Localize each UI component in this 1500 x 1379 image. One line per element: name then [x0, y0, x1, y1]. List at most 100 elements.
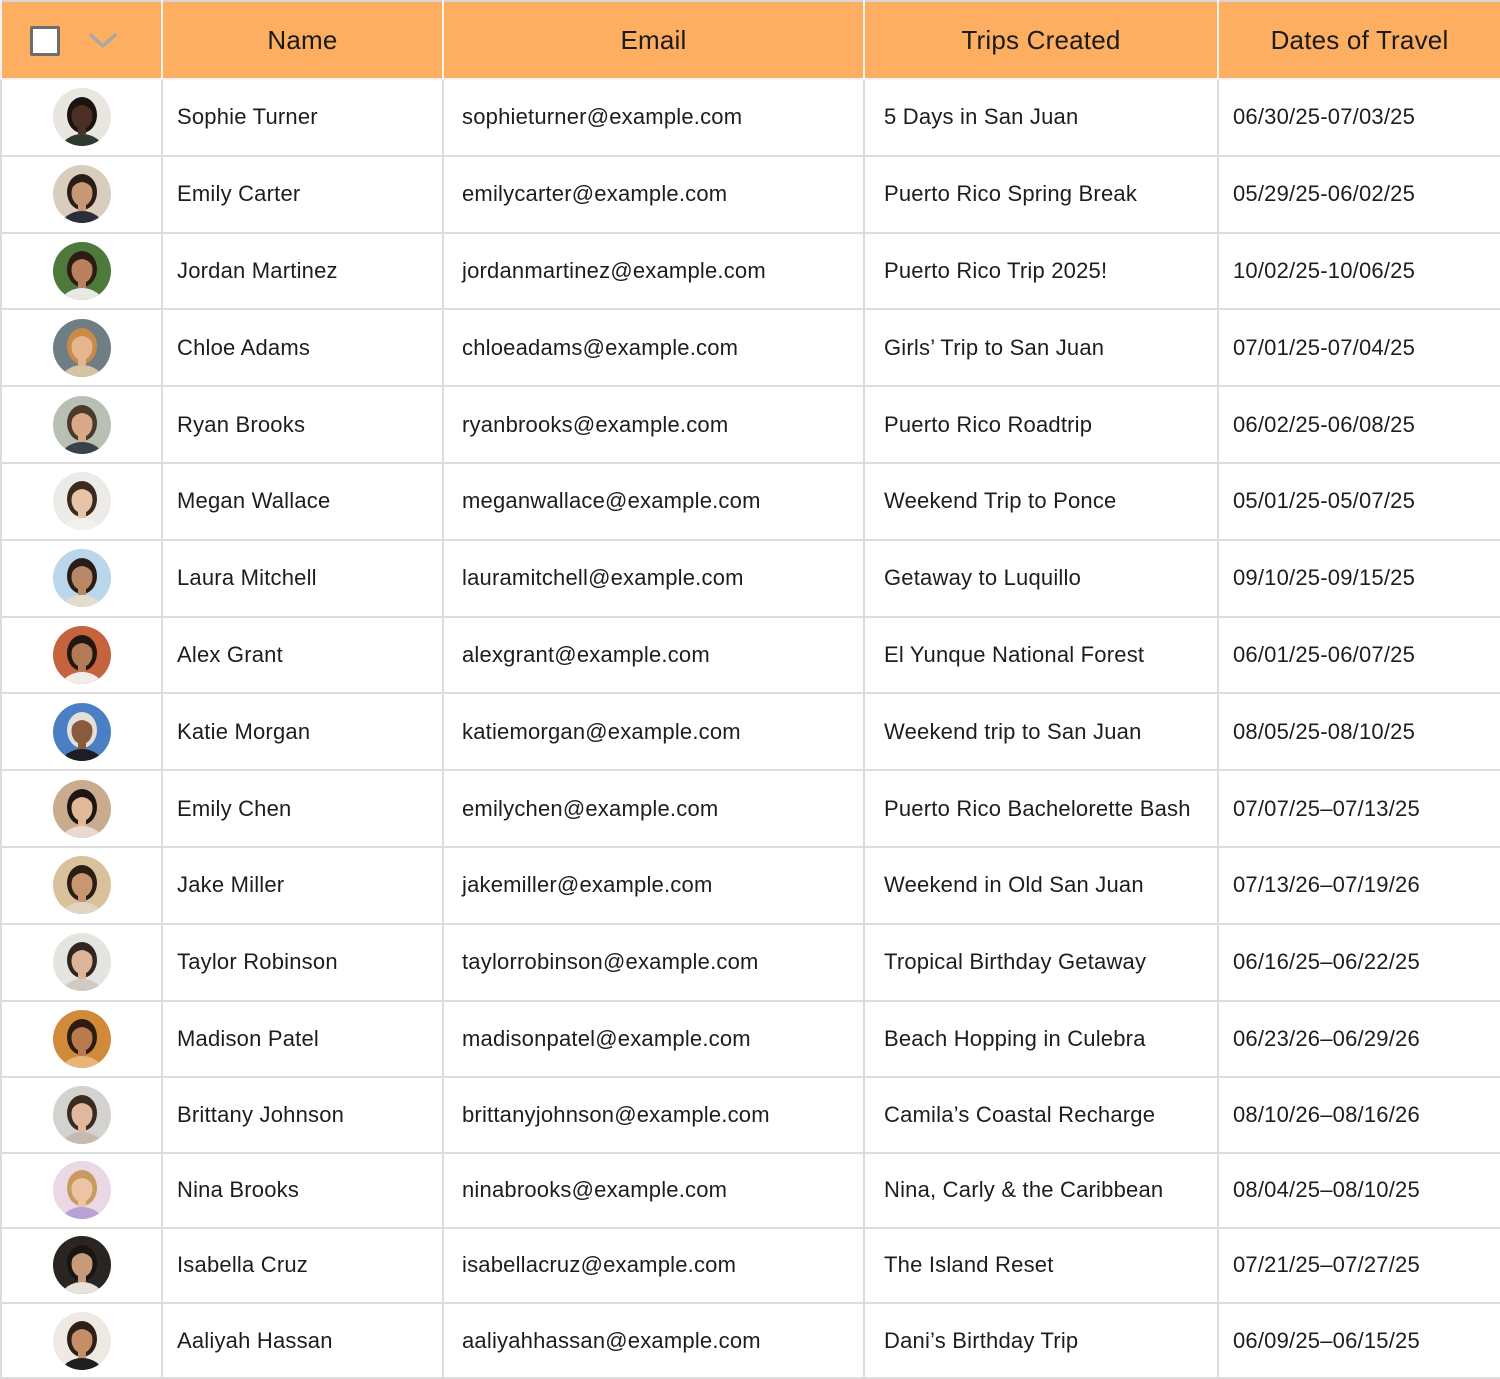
table-row[interactable]: Jordan Martinez jordanmartinez@example.co… — [0, 231, 1500, 311]
table-row[interactable]: Ryan Brooks ryanbrooks@example.com Puerto … — [0, 385, 1500, 464]
select-column-header — [0, 1, 163, 80]
email-cell: isabellacruz@example.com — [442, 1226, 865, 1304]
name-cell: Chloe Adams — [161, 308, 444, 388]
avatar — [52, 1236, 111, 1295]
trip-cell: Puerto Rico Bachelorette Bash — [863, 769, 1219, 848]
email-cell: chloeadams@example.com — [442, 308, 865, 388]
trip-cell: El Yunque National Forest — [863, 615, 1219, 695]
header-row: Name Email Trips Created Dates of Travel — [0, 1, 1500, 80]
avatar — [52, 625, 111, 684]
name-cell: Katie Morgan — [161, 692, 444, 772]
avatar-cell — [0, 154, 163, 234]
dates-cell: 06/02/25-06/08/25 — [1217, 385, 1500, 464]
name-cell: Brittany Johnson — [161, 1076, 444, 1154]
table-row[interactable]: Madison Patel madisonpatel@example.com Bea… — [0, 999, 1500, 1079]
table-row[interactable]: Isabella Cruz isabellacruz@example.com The… — [0, 1226, 1500, 1304]
avatar — [52, 88, 111, 147]
email-cell: taylorrobinson@example.com — [442, 922, 865, 1002]
trip-cell: 5 Days in San Juan — [863, 78, 1219, 157]
name-cell: Jake Miller — [161, 845, 444, 925]
avatar-cell — [0, 461, 163, 541]
dates-cell: 07/07/25–07/13/25 — [1217, 769, 1500, 848]
avatar-cell — [0, 538, 163, 618]
avatar — [52, 165, 111, 224]
avatar — [52, 779, 111, 838]
name-cell: Madison Patel — [161, 999, 444, 1079]
table-row[interactable]: Chloe Adams chloeadams@example.com Girls’ … — [0, 308, 1500, 388]
trip-cell: Tropical Birthday Getaway — [863, 922, 1219, 1002]
email-cell: jordanmartinez@example.com — [442, 231, 865, 311]
trip-cell: Camila’s Coastal Recharge — [863, 1076, 1219, 1154]
avatar-cell — [0, 1076, 163, 1154]
column-header-name[interactable]: Name — [161, 1, 444, 80]
dates-cell: 06/01/25-06/07/25 — [1217, 615, 1500, 695]
email-cell: ninabrooks@example.com — [442, 1151, 865, 1229]
table-row[interactable]: Emily Chen emilychen@example.com Puerto Ri… — [0, 769, 1500, 848]
table-row[interactable]: Alex Grant alexgrant@example.com El Yunque… — [0, 615, 1500, 695]
avatar — [52, 1085, 111, 1144]
dates-cell: 05/29/25-06/02/25 — [1217, 154, 1500, 234]
table-row[interactable]: Aaliyah Hassan aaliyahhassan@example.com D… — [0, 1301, 1500, 1379]
select-all-checkbox[interactable] — [30, 26, 60, 57]
avatar — [52, 1311, 111, 1370]
avatar — [52, 702, 111, 761]
avatar-cell — [0, 615, 163, 695]
table-row[interactable]: Laura Mitchell lauramitchell@example.com G… — [0, 538, 1500, 618]
table-row[interactable]: Brittany Johnson brittanyjohnson@example.… — [0, 1076, 1500, 1154]
avatar-cell — [0, 1151, 163, 1229]
dates-cell: 06/30/25-07/03/25 — [1217, 78, 1500, 157]
email-cell: katiemorgan@example.com — [442, 692, 865, 772]
table-header: Name Email Trips Created Dates of Travel — [0, 1, 1500, 80]
trip-cell: Weekend Trip to Ponce — [863, 461, 1219, 541]
name-cell: Aaliyah Hassan — [161, 1301, 444, 1379]
table-row[interactable]: Nina Brooks ninabrooks@example.com Nina, C… — [0, 1151, 1500, 1229]
avatar-cell — [0, 692, 163, 772]
name-cell: Emily Carter — [161, 154, 444, 234]
dates-cell: 06/23/26–06/29/26 — [1217, 999, 1500, 1079]
email-cell: brittanyjohnson@example.com — [442, 1076, 865, 1154]
name-cell: Taylor Robinson — [161, 922, 444, 1002]
avatar-cell — [0, 308, 163, 388]
table-row[interactable]: Emily Carter emilycarter@example.com Puert… — [0, 154, 1500, 234]
dates-cell: 08/05/25-08/10/25 — [1217, 692, 1500, 772]
dates-cell: 06/16/25–06/22/25 — [1217, 922, 1500, 1002]
dates-cell: 06/09/25–06/15/25 — [1217, 1301, 1500, 1379]
trip-cell: Weekend in Old San Juan — [863, 845, 1219, 925]
email-cell: aaliyahhassan@example.com — [442, 1301, 865, 1379]
trip-cell: Dani’s Birthday Trip — [863, 1301, 1219, 1379]
avatar-cell — [0, 1226, 163, 1304]
name-cell: Laura Mitchell — [161, 538, 444, 618]
dates-cell: 10/02/25-10/06/25 — [1217, 231, 1500, 311]
name-cell: Nina Brooks — [161, 1151, 444, 1229]
avatar — [52, 472, 111, 531]
avatar-cell — [0, 385, 163, 464]
table-row[interactable]: Sophie Turner sophieturner@example.com 5 D… — [0, 78, 1500, 157]
column-header-trips-created[interactable]: Trips Created — [863, 1, 1219, 80]
dates-cell: 05/01/25-05/07/25 — [1217, 461, 1500, 541]
trip-cell: Puerto Rico Roadtrip — [863, 385, 1219, 464]
table-row[interactable]: Megan Wallace meganwallace@example.com Wee… — [0, 461, 1500, 541]
trip-cell: Getaway to Luquillo — [863, 538, 1219, 618]
dates-cell: 09/10/25-09/15/25 — [1217, 538, 1500, 618]
email-cell: alexgrant@example.com — [442, 615, 865, 695]
name-cell: Emily Chen — [161, 769, 444, 848]
dates-cell: 07/01/25-07/04/25 — [1217, 308, 1500, 388]
name-cell: Megan Wallace — [161, 461, 444, 541]
chevron-down-icon[interactable] — [86, 30, 120, 52]
avatar-cell — [0, 231, 163, 311]
column-header-dates-of-travel[interactable]: Dates of Travel — [1217, 1, 1500, 80]
table-row[interactable]: Katie Morgan katiemorgan@example.com Weeke… — [0, 692, 1500, 772]
table-row[interactable]: Jake Miller jakemiller@example.com Weekend… — [0, 845, 1500, 925]
email-cell: emilycarter@example.com — [442, 154, 865, 234]
email-cell: ryanbrooks@example.com — [442, 385, 865, 464]
name-cell: Jordan Martinez — [161, 231, 444, 311]
avatar-cell — [0, 769, 163, 848]
trip-cell: Girls’ Trip to San Juan — [863, 308, 1219, 388]
table-row[interactable]: Taylor Robinson taylorrobinson@example.co… — [0, 922, 1500, 1002]
trip-cell: Puerto Rico Spring Break — [863, 154, 1219, 234]
column-header-email[interactable]: Email — [442, 1, 865, 80]
email-cell: sophieturner@example.com — [442, 78, 865, 157]
name-cell: Alex Grant — [161, 615, 444, 695]
trip-cell: Puerto Rico Trip 2025! — [863, 231, 1219, 311]
avatar — [52, 933, 111, 992]
